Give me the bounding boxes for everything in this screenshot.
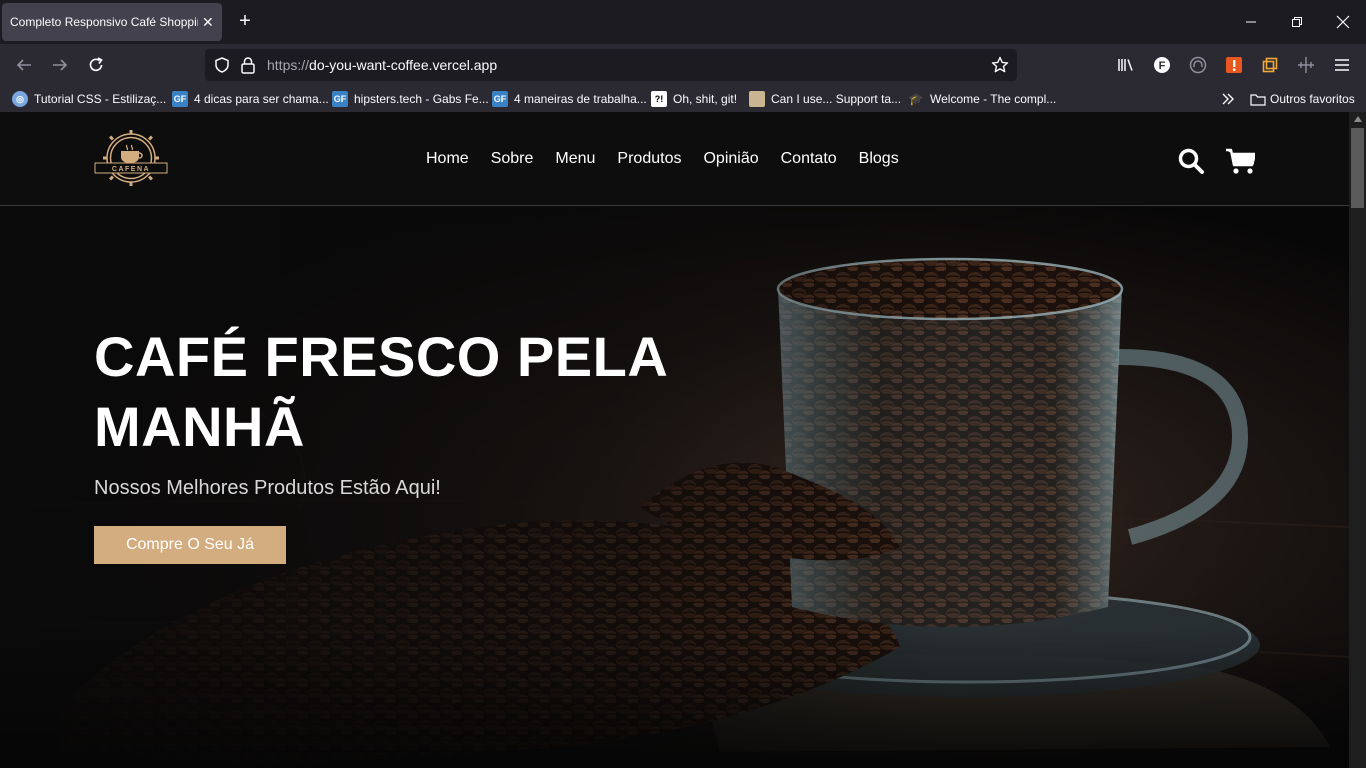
reload-icon [89, 57, 103, 72]
bookmark-item[interactable]: Can I use... Support ta... [749, 90, 901, 108]
arrow-left-icon [16, 59, 31, 71]
bookmark-label: hipsters.tech - Gabs Fe... [354, 92, 489, 106]
measure-icon [1298, 57, 1314, 73]
search-icon [1178, 148, 1204, 174]
restore-button[interactable] [1274, 0, 1320, 44]
nav-menu[interactable]: Menu [555, 150, 595, 168]
bookmark-item[interactable]: GF hipsters.tech - Gabs Fe... [332, 90, 489, 108]
gf-favicon-icon: GF [332, 91, 348, 107]
nav-home[interactable]: Home [426, 150, 469, 168]
caniuse-favicon-icon [749, 91, 765, 107]
bookmark-item[interactable]: ◎ Tutorial CSS - Estilizaç... [12, 90, 166, 108]
nav-blogs[interactable]: Blogs [859, 150, 899, 168]
nav-opiniao[interactable]: Opinião [703, 150, 758, 168]
hero-subtitle: Nossos Melhores Produtos Estão Aqui! [94, 477, 441, 499]
bookmark-label: Welcome - The compl... [930, 92, 1057, 106]
reload-button[interactable] [83, 52, 109, 78]
url-bar[interactable]: https://do-you-want-coffee.vercel.app [205, 49, 1017, 81]
hero-title: CAFÉ FRESCO PELA MANHÃ [94, 325, 667, 458]
cart-button[interactable] [1225, 146, 1255, 176]
page-scrollbar[interactable] [1349, 112, 1366, 768]
new-tab-button[interactable]: + [234, 10, 256, 32]
web-page: CAFENA Home Sobre Menu Produtos Opinião … [0, 112, 1349, 768]
browser-tab-active[interactable]: Completo Responsivo Café Shopping ✕ [2, 3, 222, 41]
alert-extension-icon [1226, 57, 1242, 73]
library-icon [1118, 59, 1133, 71]
double-chevron-right-icon [1222, 93, 1234, 105]
logo-text: CAFENA [112, 166, 150, 173]
restore-icon [1292, 17, 1302, 27]
url-host: do-you-want-coffee.vercel.app [309, 57, 498, 73]
url-protocol: https:// [267, 57, 310, 73]
buy-now-button[interactable]: Compre O Seu Já [94, 526, 286, 564]
browser-toolbar: https://do-you-want-coffee.vercel.app F [0, 44, 1366, 86]
f-extension-icon: F [1154, 57, 1170, 73]
folder-icon [1250, 94, 1266, 106]
bookmarks-toolbar: ◎ Tutorial CSS - Estilizaç... GF 4 dicas… [0, 86, 1366, 112]
bookmark-label: Tutorial CSS - Estilizaç... [34, 92, 167, 106]
back-button[interactable] [11, 52, 37, 78]
lock-icon[interactable] [240, 56, 256, 74]
shield-icon[interactable] [213, 56, 231, 74]
search-button[interactable] [1176, 146, 1206, 176]
extension-measure-button[interactable] [1295, 54, 1317, 76]
bookmark-label: 4 maneiras de trabalha... [514, 92, 647, 106]
extension-headphone-button[interactable] [1187, 54, 1209, 76]
close-icon [1336, 15, 1350, 29]
gf-favicon-icon: GF [492, 91, 508, 107]
browser-tab-strip: Completo Responsivo Café Shopping ✕ + [0, 0, 1366, 44]
main-nav: Home Sobre Menu Produtos Opinião Contato… [426, 150, 921, 168]
tab-title: Completo Responsivo Café Shopping [10, 15, 198, 29]
copy-extension-icon [1262, 57, 1278, 73]
tab-close-icon[interactable]: ✕ [202, 14, 214, 31]
scroll-thumb[interactable] [1351, 128, 1364, 208]
extension-f-button[interactable]: F [1151, 54, 1173, 76]
bookmark-item[interactable]: ?! Oh, shit, git! [651, 90, 737, 108]
nav-produtos[interactable]: Produtos [617, 150, 681, 168]
url-text[interactable]: https://do-you-want-coffee.vercel.app [267, 57, 497, 73]
other-bookmarks-label: Outros favoritos [1270, 92, 1355, 106]
globe-favicon-icon: ◎ [12, 91, 28, 107]
graduation-cap-favicon-icon: 🎓 [908, 92, 924, 106]
cafena-logo[interactable]: CAFENA [93, 127, 169, 189]
extension-alert-button[interactable] [1223, 54, 1245, 76]
other-bookmarks-folder[interactable]: Outros favoritos [1250, 90, 1355, 108]
bookmark-item[interactable]: GF 4 dicas para ser chama... [172, 90, 329, 108]
svg-text:F: F [1159, 60, 1166, 72]
shopping-cart-icon [1226, 148, 1255, 174]
close-window-button[interactable] [1320, 0, 1366, 44]
minimize-icon [1246, 21, 1256, 23]
headphone-icon [1189, 56, 1207, 74]
bookmark-item[interactable]: 🎓 Welcome - The compl... [908, 90, 1057, 108]
hero-section: CAFÉ FRESCO PELA MANHÃ Nossos Melhores P… [0, 207, 1349, 768]
menu-button[interactable] [1331, 54, 1353, 76]
question-favicon-icon: ?! [651, 91, 667, 107]
site-header: CAFENA Home Sobre Menu Produtos Opinião … [0, 112, 1349, 206]
bookmark-label: 4 dicas para ser chama... [194, 92, 329, 106]
hamburger-menu-icon [1335, 59, 1349, 71]
nav-sobre[interactable]: Sobre [491, 150, 534, 168]
arrow-right-icon [53, 59, 68, 71]
scroll-up-arrow-icon[interactable] [1354, 116, 1362, 122]
extension-copy-button[interactable] [1259, 54, 1281, 76]
gf-favicon-icon: GF [172, 91, 188, 107]
bookmark-label: Can I use... Support ta... [771, 92, 902, 106]
nav-contato[interactable]: Contato [781, 150, 837, 168]
forward-button[interactable] [47, 52, 73, 78]
bookmark-item[interactable]: GF 4 maneiras de trabalha... [492, 90, 647, 108]
bookmark-label: Oh, shit, git! [673, 92, 738, 106]
library-button[interactable] [1115, 54, 1137, 76]
minimize-button[interactable] [1228, 0, 1274, 44]
bookmarks-overflow-button[interactable] [1221, 90, 1235, 108]
bookmark-star-icon[interactable] [991, 56, 1009, 74]
